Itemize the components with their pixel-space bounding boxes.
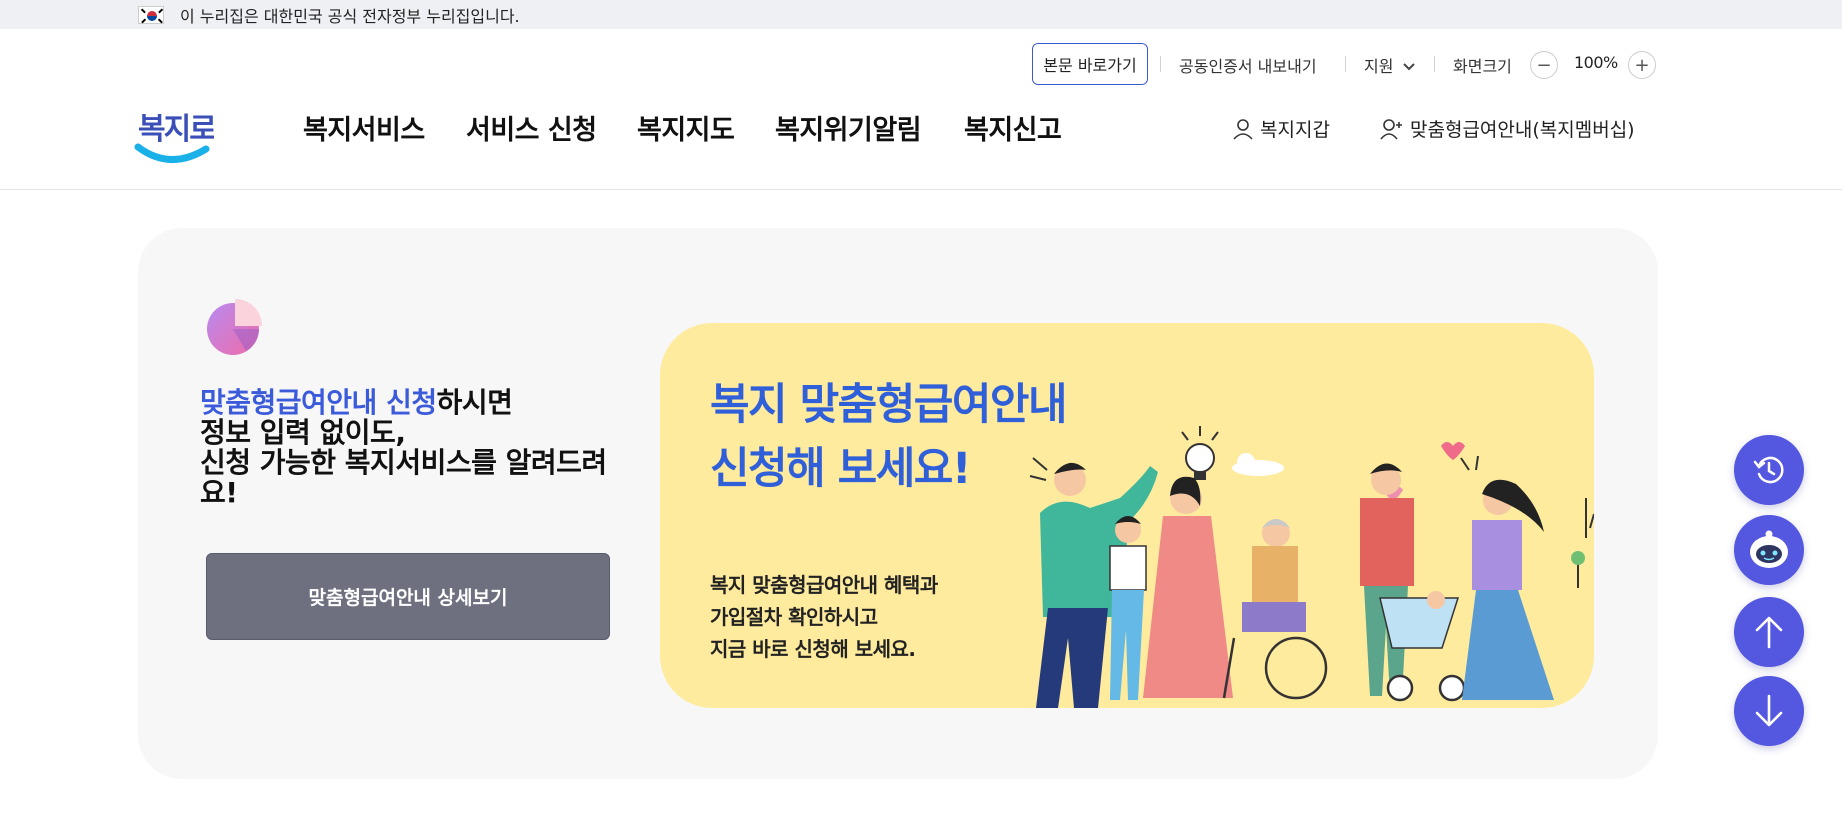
pie-chart-icon [207,299,262,355]
nav-welfare-map[interactable]: 복지지도 [637,108,735,147]
divider [1160,56,1161,72]
zoom-in-button[interactable]: + [1628,51,1656,79]
membership-detail-button[interactable]: 맞춤형급여안내 상세보기 [206,553,610,640]
scroll-bottom-button[interactable] [1734,676,1804,746]
membership-banner[interactable]: 복지 맞춤형급여안내 신청해 보세요! 복지 맞춤형급여안내 혜택과 가입절차 … [660,323,1594,708]
promo-title-highlight: 맞춤형급여안내 신청 [200,386,437,419]
membership-link[interactable]: 맞춤형급여안내(복지멤버십) [1380,115,1635,142]
screen-size-label: 화면크기 [1453,57,1512,76]
promo-title: 맞춤형급여안내 신청하시면 정보 입력 없이도, 신청 가능한 복지서비스를 알… [200,388,630,508]
chevron-down-icon [1402,63,1415,71]
banner-title-line-2: 신청해 보세요! [710,444,971,494]
membership-promo-panel: 맞춤형급여안내 신청하시면 정보 입력 없이도, 신청 가능한 복지서비스를 알… [138,228,1658,779]
korean-flag-icon [138,5,164,24]
welfare-wallet-link[interactable]: 복지지갑 [1232,115,1330,142]
membership-label: 맞춤형급여안내(복지멤버십) [1410,119,1635,141]
skip-to-content-button[interactable]: 본문 바로가기 [1032,43,1148,85]
banner-desc-line-3: 지금 바로 신청해 보세요. [710,637,916,661]
family-illustration [1029,426,1594,708]
gov-banner: 이 누리집은 대한민국 공식 전자정부 누리집입니다. [0,0,1842,29]
zoom-out-button[interactable]: − [1530,51,1558,79]
gov-banner-text: 이 누리집은 대한민국 공식 전자정부 누리집입니다. [180,6,520,26]
nav-crisis-alert[interactable]: 복지위기알림 [775,108,922,147]
support-label: 지원 [1364,57,1394,76]
zoom-value: 100% [1574,53,1618,72]
banner-title-line-1: 복지 맞춤형급여안내 [710,380,1068,430]
nav-welfare-report[interactable]: 복지신고 [964,108,1062,147]
minus-icon: − [1536,54,1552,76]
chatbot-button[interactable] [1734,515,1804,585]
bokjiro-logo-icon: 복지로 [134,112,218,163]
promo-title-line-2: 정보 입력 없이도, [200,416,406,449]
banner-title: 복지 맞춤형급여안내 신청해 보세요! [710,373,1068,501]
plus-icon: + [1634,54,1650,76]
history-icon [1753,456,1784,484]
promo-title-rest: 하시면 [436,386,513,419]
user-icon [1233,118,1253,140]
site-header: 본문 바로가기 공동인증서 내보내기 지원 화면크기 − 100% + 복지로 … [0,29,1842,190]
arrow-up-icon [1755,616,1783,649]
nav-welfare-services[interactable]: 복지서비스 [303,108,425,147]
site-logo[interactable]: 복지로 [134,89,218,189]
promo-title-line-3: 신청 가능한 복지서비스를 알려드려요! [200,446,607,509]
divider [1345,56,1346,72]
svg-text:복지로: 복지로 [138,112,214,147]
user-plus-icon [1380,118,1402,140]
nav-service-apply[interactable]: 서비스 신청 [466,108,597,147]
divider [1434,56,1435,72]
banner-description: 복지 맞춤형급여안내 혜택과 가입절차 확인하시고 지금 바로 신청해 보세요. [710,569,938,665]
scroll-top-button[interactable] [1734,597,1804,667]
support-menu[interactable]: 지원 [1364,53,1415,77]
recent-history-button[interactable] [1734,435,1804,505]
chatbot-icon [1750,530,1788,568]
arrow-down-icon [1755,694,1783,727]
banner-desc-line-1: 복지 맞춤형급여안내 혜택과 [710,573,938,597]
banner-desc-line-2: 가입절차 확인하시고 [710,605,878,629]
welfare-wallet-label: 복지지갑 [1260,119,1330,141]
cert-export-link[interactable]: 공동인증서 내보내기 [1179,53,1317,77]
